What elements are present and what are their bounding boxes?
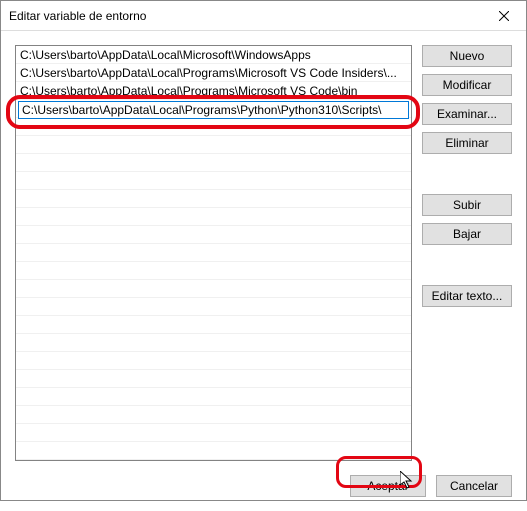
close-button[interactable] [481,1,526,30]
list-item-empty: . [16,190,411,208]
dialog-content: C:\Users\barto\AppData\Local\Microsoft\W… [1,31,526,511]
edit-button[interactable]: Modificar [422,74,512,96]
bottom-bar: Aceptar Cancelar [15,475,512,497]
edit-text-button[interactable]: Editar texto... [422,285,512,307]
list-item[interactable]: C:\Users\barto\AppData\Local\Programs\Mi… [16,64,411,82]
path-edit-input[interactable] [18,101,409,119]
delete-button[interactable]: Eliminar [422,132,512,154]
list-item-empty: . [16,424,411,442]
list-item-empty: . [16,118,411,136]
move-up-button[interactable]: Subir [422,194,512,216]
list-item[interactable]: C:\Users\barto\AppData\Local\Programs\Mi… [16,82,411,100]
list-item-empty: . [16,244,411,262]
list-item-empty: . [16,388,411,406]
side-button-column: Nuevo Modificar Examinar... Eliminar Sub… [422,45,512,461]
titlebar: Editar variable de entorno [1,1,526,31]
move-down-button[interactable]: Bajar [422,223,512,245]
list-item-empty: . [16,352,411,370]
list-item-empty: . [16,208,411,226]
dialog-window: Editar variable de entorno C:\Users\bart… [0,0,527,501]
list-item-empty: . [16,136,411,154]
main-area: C:\Users\barto\AppData\Local\Microsoft\W… [15,45,512,461]
path-list[interactable]: C:\Users\barto\AppData\Local\Microsoft\W… [15,45,412,461]
list-item-empty: . [16,262,411,280]
list-item-empty: . [16,154,411,172]
list-item-empty: . [16,406,411,424]
ok-button[interactable]: Aceptar [350,475,426,497]
new-button[interactable]: Nuevo [422,45,512,67]
window-title: Editar variable de entorno [9,9,146,23]
cancel-button[interactable]: Cancelar [436,475,512,497]
list-item[interactable]: C:\Users\barto\AppData\Local\Microsoft\W… [16,46,411,64]
list-item-empty: . [16,298,411,316]
list-item-empty: . [16,172,411,190]
list-item-empty: . [16,442,411,460]
list-item-empty: . [16,316,411,334]
close-icon [499,11,509,21]
list-item-empty: . [16,370,411,388]
browse-button[interactable]: Examinar... [422,103,512,125]
list-item-empty: . [16,226,411,244]
list-item-empty: . [16,280,411,298]
list-item-empty: . [16,334,411,352]
